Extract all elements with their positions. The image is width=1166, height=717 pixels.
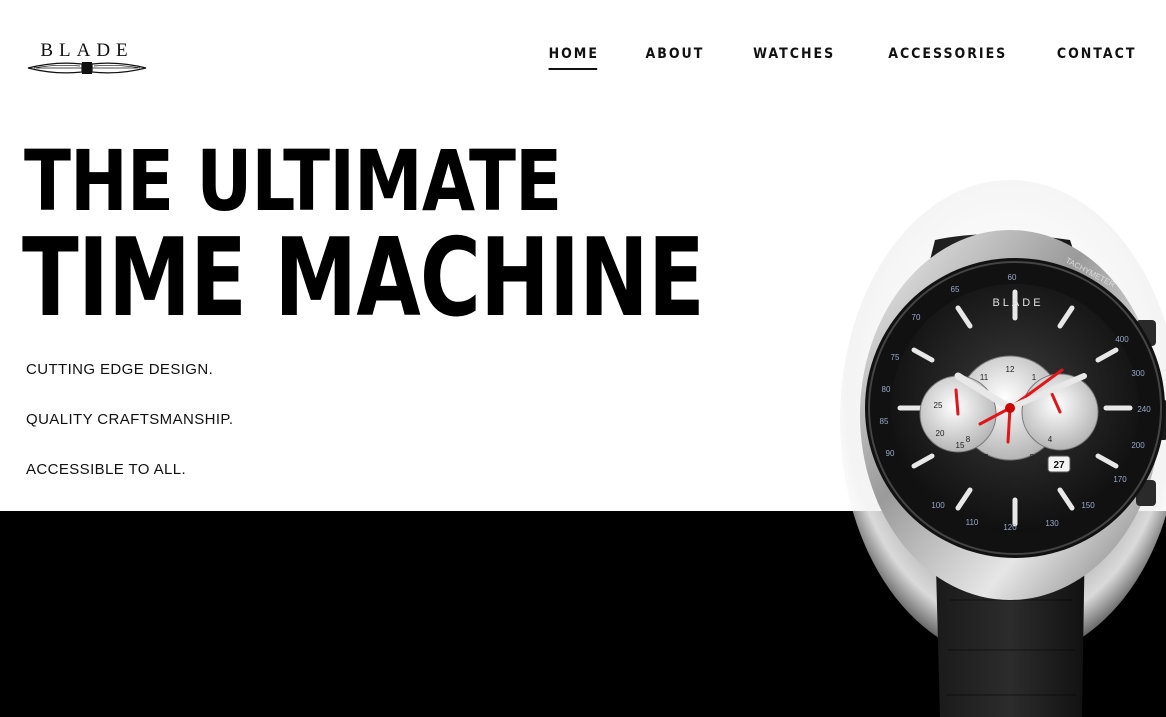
main-nav: HOME ABOUT WATCHES ACCESSORIES CONTACT — [503, 46, 1136, 70]
bezel-number-90: 90 — [886, 449, 895, 458]
page: BLADE HOME ABOUT WATCHES ACCESSORIES CON… — [0, 0, 1166, 717]
bezel-number-120: 120 — [1003, 523, 1017, 532]
logo-blade-emblem — [27, 62, 147, 74]
nav-about[interactable]: ABOUT — [645, 46, 704, 70]
bezel-number-130: 130 — [1045, 519, 1059, 528]
center-subdial-hand — [1006, 406, 1012, 444]
date-value: 27 — [1053, 460, 1065, 471]
subdial-number-8: 8 — [966, 435, 971, 444]
bezel-number-80: 80 — [882, 385, 891, 394]
tagline-design: CUTTING EDGE DESIGN. — [26, 361, 214, 378]
subdial-number-30: 30 — [1012, 481, 1021, 490]
bezel-number-60: 60 — [1008, 273, 1017, 282]
brand-logo[interactable]: BLADE — [26, 40, 148, 76]
nav-home[interactable]: HOME — [548, 46, 599, 70]
left-subdial-hand — [954, 388, 960, 416]
logo-wordmark: BLADE — [40, 40, 134, 61]
hero-headline-line2: TIME MACHINE — [22, 216, 705, 341]
nav-watches[interactable]: WATCHES — [753, 46, 835, 70]
subdial-number-50: 50 — [1028, 471, 1037, 480]
subdial-number-7: 7 — [984, 453, 989, 462]
bezel-number-110: 110 — [966, 518, 979, 527]
bezel-number-65: 65 — [951, 285, 960, 294]
subdial-number-1: 1 — [1032, 373, 1037, 382]
bezel-number-300: 300 — [1131, 369, 1145, 378]
dial-brand: BLADE — [992, 297, 1043, 309]
subdial-number-15: 15 — [956, 441, 965, 450]
subdial-number-25: 25 — [934, 401, 943, 410]
bezel-number-170: 170 — [1113, 475, 1127, 484]
nav-accessories[interactable]: ACCESSORIES — [889, 46, 1008, 70]
bezel-number-150: 150 — [1081, 501, 1095, 510]
bezel-number-100: 100 — [931, 501, 945, 510]
nav-contact[interactable]: CONTACT — [1056, 46, 1136, 70]
subdial-number-40: 40 — [994, 473, 1003, 482]
subdial-number-20: 20 — [936, 429, 945, 438]
bezel-number-400: 400 — [1115, 335, 1129, 344]
bezel-number-200: 200 — [1131, 441, 1145, 450]
bezel-number-85: 85 — [880, 417, 889, 426]
watch-product-image: BLADE TACHYMETER 60 65 70 75 80 85 90 10… — [840, 180, 1166, 717]
subdial-number-11: 11 — [980, 373, 989, 382]
bezel-number-75: 75 — [891, 353, 900, 362]
tagline-craftsmanship: QUALITY CRAFTSMANSHIP. — [26, 411, 234, 428]
subdial-number-5: 5 — [1030, 453, 1035, 462]
bezel-number-70: 70 — [912, 313, 921, 322]
bezel-number-240: 240 — [1137, 405, 1151, 414]
hero-headline-line1: THE ULTIMATE — [24, 132, 562, 230]
subdial-number-12: 12 — [1006, 365, 1015, 374]
subdial-number-4: 4 — [1048, 435, 1053, 444]
tagline-accessible: ACCESSIBLE TO ALL. — [26, 461, 187, 478]
